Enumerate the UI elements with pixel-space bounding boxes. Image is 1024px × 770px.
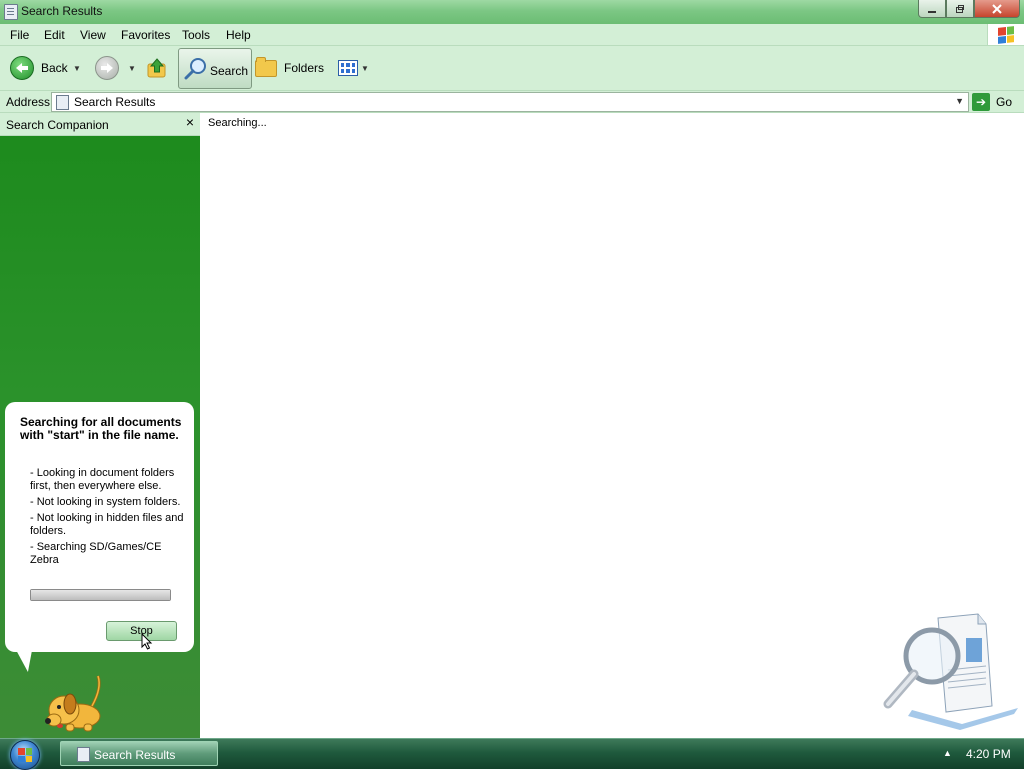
minimize-button[interactable] [918, 0, 946, 18]
show-hidden-icons-button[interactable]: ▲ [943, 748, 952, 758]
folders-icon [255, 56, 277, 77]
back-history-dropdown[interactable]: ▼ [73, 46, 81, 90]
document-icon [4, 4, 18, 20]
address-value: Search Results [74, 95, 156, 109]
menu-favorites[interactable]: Favorites [121, 28, 170, 42]
document-icon [56, 95, 69, 110]
windows-flag-icon [18, 748, 32, 762]
start-button[interactable] [10, 740, 40, 770]
window-title: Search Results [21, 4, 103, 18]
search-detail-4: - Searching SD/Games/CE Zebra [30, 541, 162, 566]
chevron-down-icon: ▼ [73, 63, 81, 73]
restore-icon [956, 4, 964, 13]
close-window-button[interactable] [974, 0, 1020, 18]
search-documents-icon [883, 613, 1018, 730]
taskbar-item-label: Search Results [94, 748, 176, 762]
search-progress-bar [30, 589, 171, 601]
back-label: Back [41, 61, 68, 75]
folders-button[interactable]: Folders [255, 46, 324, 90]
mouse-cursor-icon [141, 633, 153, 650]
title-bar: Search Results [0, 0, 1024, 24]
search-status-bubble: Searching for all documents with "start"… [5, 402, 194, 652]
go-arrow-icon: ➔ [972, 92, 990, 111]
search-button[interactable]: Search [178, 48, 252, 89]
search-label: Search [210, 64, 249, 78]
close-icon [992, 3, 1002, 14]
views-button[interactable]: ▼ [338, 46, 369, 90]
folders-label: Folders [284, 61, 325, 75]
menu-edit[interactable]: Edit [44, 28, 65, 42]
taskbar-item-search-results[interactable]: Search Results [60, 741, 218, 766]
menu-help[interactable]: Help [226, 28, 251, 42]
menu-file[interactable]: File [10, 28, 29, 42]
window-controls [918, 0, 1020, 18]
search-magnifier-icon [184, 58, 206, 80]
system-clock[interactable]: 4:20 PM [966, 747, 1011, 761]
search-dog-icon [45, 675, 101, 732]
windows-logo [987, 24, 1024, 45]
menu-view[interactable]: View [80, 28, 106, 42]
search-detail-3: - Not looking in hidden files and folder… [30, 512, 184, 537]
menu-bar: File Edit View Favorites Tools Help [0, 24, 1024, 46]
up-folder-button[interactable] [146, 46, 168, 90]
address-input[interactable]: Search Results ▼ [51, 92, 969, 112]
menu-tools[interactable]: Tools [182, 28, 210, 42]
search-heading: Searching for all documents with "start"… [20, 415, 182, 442]
toolbar: Back ▼ ▼ Search Folders ▼ [0, 46, 1024, 91]
close-pane-button[interactable]: × [186, 114, 194, 130]
go-button[interactable]: ➔ Go [972, 92, 1012, 111]
search-detail-2: - Not looking in system folders. [30, 496, 181, 508]
up-folder-icon [147, 58, 166, 78]
back-arrow-icon [10, 56, 34, 80]
search-detail-1: - Looking in document folders first, the… [30, 467, 175, 492]
forward-button[interactable] [95, 46, 119, 90]
forward-history-dropdown[interactable]: ▼ [128, 46, 136, 90]
windows-flag-icon [998, 25, 1014, 44]
chevron-down-icon: ▼ [361, 63, 369, 73]
bubble-tail [16, 650, 36, 672]
document-icon [77, 747, 90, 762]
back-button[interactable]: Back [10, 46, 68, 90]
chevron-down-icon[interactable]: ▼ [955, 96, 964, 106]
views-icon [338, 60, 358, 76]
search-results-area[interactable]: Searching... [200, 113, 1024, 738]
address-label: Address [6, 95, 51, 109]
minimize-icon [928, 10, 936, 13]
search-status-text: Searching... [208, 117, 267, 129]
address-bar: Address Search Results ▼ ➔ Go [0, 91, 1024, 113]
search-companion-header: Search Companion × [0, 113, 200, 136]
go-label: Go [996, 94, 1013, 109]
restore-button[interactable] [946, 0, 974, 18]
search-companion-title: Search Companion [6, 118, 109, 132]
search-companion-pane: Search Companion × Searching for all doc… [0, 113, 200, 738]
taskbar: Search Results ▲ 4:20 PM [0, 738, 1024, 770]
forward-arrow-icon [95, 56, 119, 80]
chevron-down-icon: ▼ [128, 63, 136, 73]
